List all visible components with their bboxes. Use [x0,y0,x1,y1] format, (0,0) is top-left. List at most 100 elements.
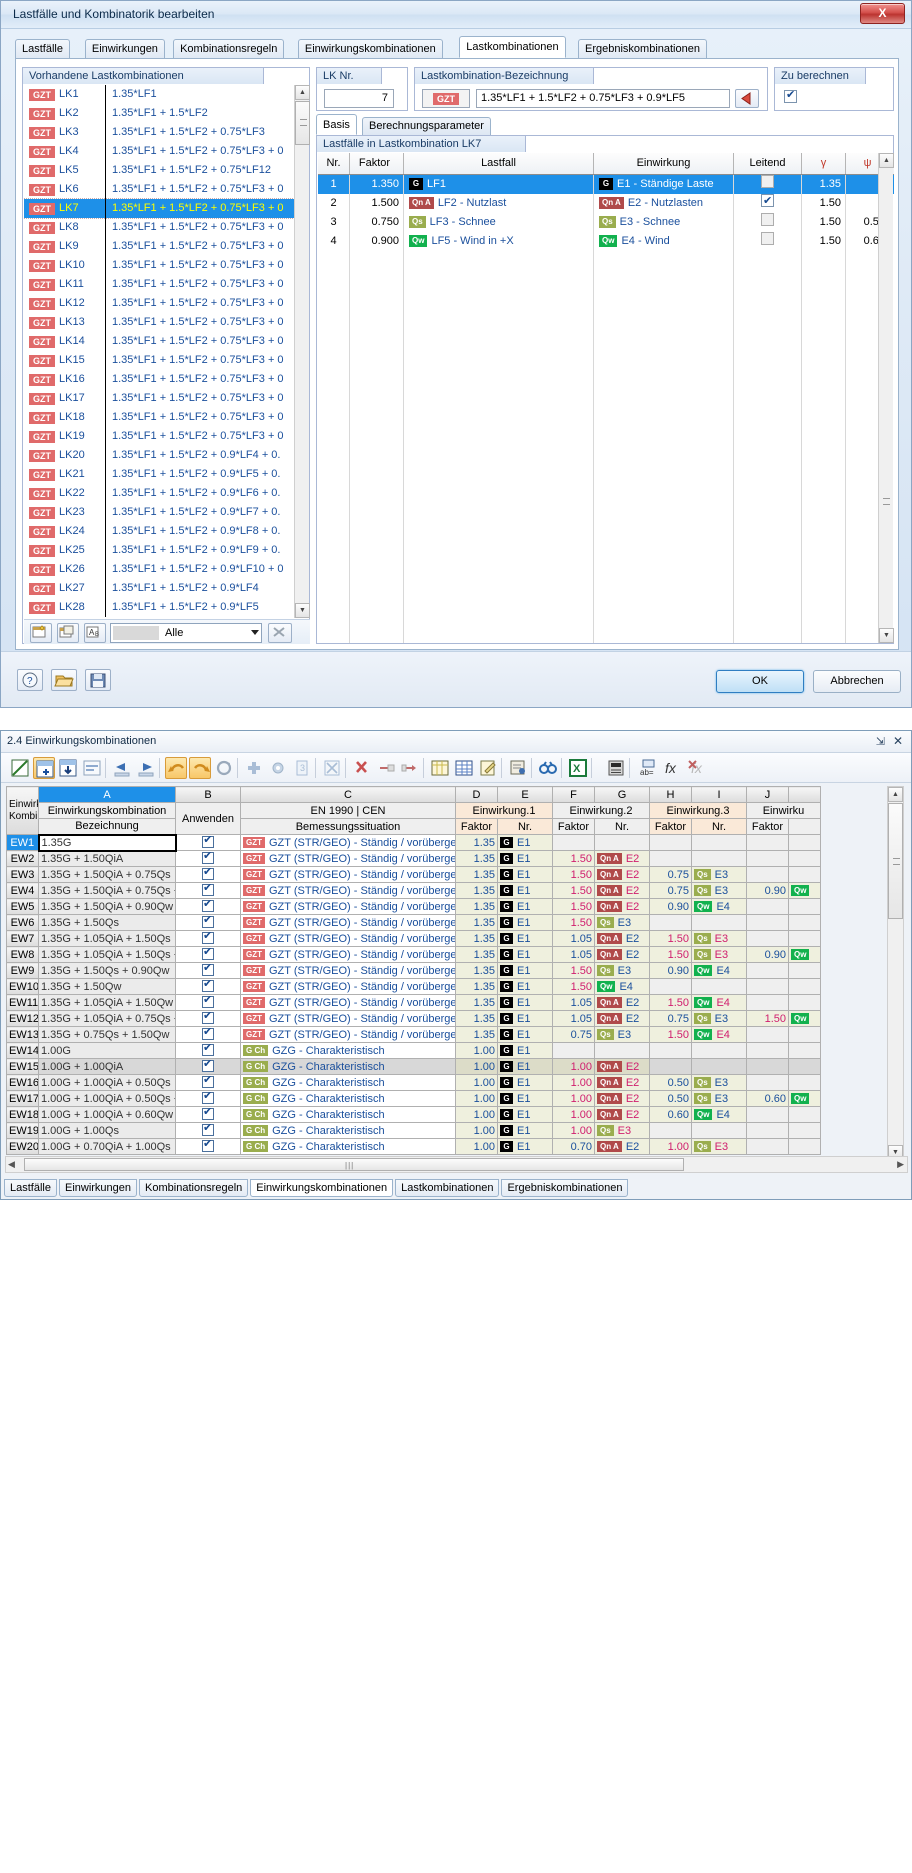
list-item[interactable]: GZTLK111.35*LF1 + 1.5*LF2 + 0.75*LF3 + 0 [24,275,296,294]
table-row-empty[interactable] [318,441,894,460]
list-item[interactable]: GZTLK71.35*LF1 + 1.5*LF2 + 0.75*LF3 + 0 [24,199,296,218]
anwenden-checkbox[interactable] [202,1044,214,1056]
units-icon[interactable]: ab= [637,757,659,779]
dialog-tab-ergebniskombinationen[interactable]: Ergebniskombinationen [578,39,707,58]
cell-faktor-4[interactable] [747,1139,789,1155]
to-calculate-checkbox[interactable] [784,90,797,106]
table-row[interactable]: EW71.35G + 1.05QiA + 1.50QsGZTGZT (STR/G… [7,931,821,947]
table-row-empty[interactable] [318,498,894,517]
table-row-empty[interactable] [318,251,894,270]
list-item[interactable]: GZTLK201.35*LF1 + 1.5*LF2 + 0.9*LF4 + 0. [24,446,296,465]
list-vscrollbar[interactable]: ▲ ▼ [294,85,309,618]
cell-nr-3[interactable] [692,1043,747,1059]
table-row[interactable]: EW91.35G + 1.50Qs + 0.90QwGZTGZT (STR/GE… [7,963,821,979]
calculator-icon[interactable] [605,757,627,779]
cell-faktor-4[interactable]: 0.60 [747,1091,789,1107]
table-row-empty[interactable] [318,460,894,479]
cell-bezeichnung[interactable]: 1.00G + 0.70QiA + 1.00Qs [39,1139,176,1155]
insert-row-icon[interactable] [33,757,55,779]
row-header[interactable]: EW5 [7,899,39,915]
cell-faktor-2[interactable] [553,1043,595,1059]
cell-faktor-4[interactable] [747,899,789,915]
table-row[interactable]: EW191.00G + 1.00QsG ChGZG - Charakterist… [7,1123,821,1139]
cell-nr-1[interactable]: GE1 [498,1059,553,1075]
cell-nr-4[interactable] [789,979,821,995]
list-item[interactable]: GZTLK241.35*LF1 + 1.5*LF2 + 0.9*LF8 + 0. [24,522,296,541]
anwenden-checkbox[interactable] [202,996,214,1008]
cell-bezeichnung[interactable]: 1.00G + 1.00QiA + 0.60Qw [39,1107,176,1123]
cell-bezeichnung[interactable]: 1.00G + 1.00QiA + 0.50Qs + 0.60Qw [39,1091,176,1107]
cell-faktor-4[interactable]: 1.50 [747,1011,789,1027]
cell-nr-4[interactable] [789,915,821,931]
cell-nr-3[interactable] [692,1123,747,1139]
table-row-empty[interactable] [318,479,894,498]
cell-nr-4[interactable]: Qw [789,1091,821,1107]
table-row-empty[interactable] [318,308,894,327]
bottom-tab-lastfälle[interactable]: Lastfälle [4,1179,57,1197]
cell-nr-1[interactable]: GE1 [498,915,553,931]
table-row-empty[interactable] [318,536,894,555]
row-header[interactable]: EW10 [7,979,39,995]
cell-faktor-1[interactable]: 1.35 [456,963,498,979]
insert-col-icon[interactable] [399,757,421,779]
cell-anwenden[interactable] [176,1043,241,1059]
cell-nr-4[interactable] [789,899,821,915]
table-row[interactable]: 30.750QsLF3 - SchneeQsE3 - Schnee1.500.5… [318,213,894,232]
list-item[interactable]: GZTLK151.35*LF1 + 1.5*LF2 + 0.75*LF3 + 0 [24,351,296,370]
grid-col-letter-k[interactable] [789,787,821,803]
cell-faktor-4[interactable] [747,867,789,883]
cell-faktor-3[interactable]: 1.50 [650,947,692,963]
cell-anwenden[interactable] [176,899,241,915]
table-row-empty[interactable] [318,612,894,631]
grid-yellow-icon[interactable] [429,757,451,779]
cell-faktor-2[interactable]: 1.50 [553,883,595,899]
table-row[interactable]: EW101.35G + 1.50QwGZTGZT (STR/GEO) - Stä… [7,979,821,995]
cell-faktor-2[interactable]: 1.50 [553,915,595,931]
table-row-empty[interactable] [318,574,894,593]
cell-bemessungssituation[interactable]: G ChGZG - Charakteristisch [241,1043,456,1059]
rename-combination-button[interactable]: AB [84,623,106,643]
bottom-tab-einwirkungskombinationen[interactable]: Einwirkungskombinationen [250,1179,393,1197]
list-item[interactable]: GZTLK131.35*LF1 + 1.5*LF2 + 0.75*LF3 + 0 [24,313,296,332]
grid-blue-icon[interactable] [453,757,475,779]
anwenden-checkbox[interactable] [202,1140,214,1152]
cell-faktor-4[interactable] [747,1123,789,1139]
cell-bemessungssituation[interactable]: G ChGZG - Charakteristisch [241,1059,456,1075]
cell-nr-2[interactable]: QsE3 [595,963,650,979]
list-item[interactable]: GZTLK211.35*LF1 + 1.5*LF2 + 0.9*LF5 + 0. [24,465,296,484]
cell-faktor-4[interactable]: 0.90 [747,883,789,899]
cell-anwenden[interactable] [176,1011,241,1027]
cell-nr-2[interactable] [595,835,650,851]
edit-note-icon[interactable] [477,757,499,779]
anwenden-checkbox[interactable] [202,852,214,864]
cell-nr-2[interactable]: Qn AE2 [595,1091,650,1107]
cell-nr-4[interactable]: Qw [789,1011,821,1027]
table-row[interactable]: EW121.35G + 1.05QiA + 0.75Qs + 1.50QwGZT… [7,1011,821,1027]
print-icon[interactable] [507,757,529,779]
cell-anwenden[interactable] [176,931,241,947]
cell-anwenden[interactable] [176,1107,241,1123]
cell-nr-3[interactable]: QwE4 [692,963,747,979]
cell-faktor-3[interactable]: 0.50 [650,1091,692,1107]
cell-faktor-1[interactable]: 1.35 [456,1011,498,1027]
cell-nr-3[interactable]: QsE3 [692,1011,747,1027]
lf-scroll-down-icon[interactable]: ▼ [879,628,894,643]
list-item[interactable]: GZTLK141.35*LF1 + 1.5*LF2 + 0.75*LF3 + 0 [24,332,296,351]
list-item[interactable]: GZTLK121.35*LF1 + 1.5*LF2 + 0.75*LF3 + 0 [24,294,296,313]
cell-nr-3[interactable] [692,835,747,851]
cell-nr-4[interactable]: Qw [789,947,821,963]
leading-checkbox[interactable] [761,232,774,245]
cell-bemessungssituation[interactable]: G ChGZG - Charakteristisch [241,1139,456,1155]
cell-bemessungssituation[interactable]: G ChGZG - Charakteristisch [241,1107,456,1123]
row-header[interactable]: EW1 [7,835,39,851]
list-item[interactable]: GZTLK31.35*LF1 + 1.5*LF2 + 0.75*LF3 [24,123,296,142]
cell-bezeichnung[interactable]: 1.35G [39,835,176,851]
undo-icon[interactable] [165,757,187,779]
scroll-down-icon[interactable]: ▼ [295,603,310,618]
grid-col-letter-B[interactable]: B [176,787,241,803]
cell-nr-1[interactable]: GE1 [498,899,553,915]
row-header[interactable]: EW12 [7,1011,39,1027]
cell-anwenden[interactable] [176,1091,241,1107]
remove-col-icon[interactable] [375,757,397,779]
row-header[interactable]: EW4 [7,883,39,899]
